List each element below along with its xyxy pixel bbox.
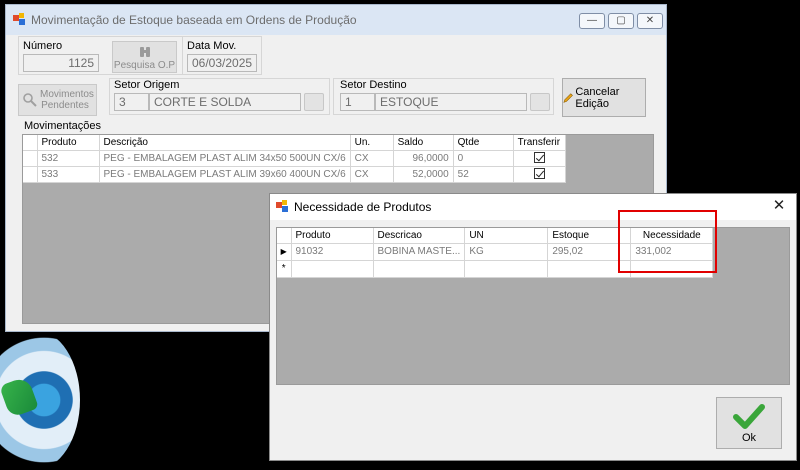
highlight-box: [618, 210, 717, 273]
app-icon: [13, 13, 25, 25]
current-row-indicator: ▶: [277, 243, 292, 261]
setor-origem-lookup-button[interactable]: [304, 93, 324, 111]
setor-origem-label: Setor Origem: [114, 79, 180, 91]
cell-un[interactable]: CX: [350, 150, 394, 167]
transferir-checkbox[interactable]: [533, 168, 545, 180]
col-header-saldo[interactable]: Saldo: [393, 135, 454, 151]
ok-label: Ok: [741, 432, 757, 444]
movimentos-pendentes-label: Movimentos Pendentes: [40, 89, 94, 111]
setor-origem-name[interactable]: CORTE E SOLDA: [149, 93, 301, 111]
ok-button[interactable]: Ok: [716, 397, 782, 449]
data-mov-label: Data Mov.: [187, 40, 237, 52]
table-row[interactable]: 532 PEG - EMBALAGEM PLAST ALIM 34x50 500…: [23, 150, 566, 167]
app-icon: [276, 200, 288, 212]
numero-group: Número 1125 Pesquisa O.P: [18, 36, 183, 75]
movimentos-pendentes-button[interactable]: Movimentos Pendentes: [18, 84, 97, 116]
row-header-corner: [23, 135, 38, 151]
dialog-title: Necessidade de Produtos: [294, 200, 432, 214]
cell-saldo[interactable]: 52,0000: [393, 166, 454, 183]
necessidade-dialog: Necessidade de Produtos ✕ Produto Descri…: [269, 193, 797, 461]
row-header[interactable]: [23, 166, 38, 183]
cell-un[interactable]: CX: [350, 166, 394, 183]
cell-transferir[interactable]: [513, 150, 566, 167]
cell-produto[interactable]: 532: [37, 150, 100, 167]
maximize-button[interactable]: ▢: [608, 13, 634, 29]
col-header-produto[interactable]: Produto: [37, 135, 100, 151]
pesquisa-op-label: Pesquisa O.P: [113, 60, 176, 71]
col-header-descricao[interactable]: Descrição: [99, 135, 351, 151]
cell-empty[interactable]: [373, 260, 466, 278]
table-row[interactable]: 533 PEG - EMBALAGEM PLAST ALIM 39x60 400…: [23, 166, 566, 183]
col-header-transferir[interactable]: Transferir: [513, 135, 566, 151]
col-header-un[interactable]: Un.: [350, 135, 394, 151]
cancelar-edicao-button[interactable]: Cancelar Edição: [562, 78, 646, 117]
numero-label: Número: [23, 40, 63, 52]
dialog-close-button[interactable]: ✕: [768, 196, 790, 216]
magnifier-icon: [23, 93, 37, 107]
data-mov-group: Data Mov. 06/03/2025: [182, 36, 262, 75]
minimize-button[interactable]: —: [579, 13, 605, 29]
setor-origem-code[interactable]: 3: [114, 93, 149, 111]
cell-un[interactable]: KG: [464, 243, 549, 261]
cell-produto[interactable]: 533: [37, 166, 100, 183]
col-header-produto[interactable]: Produto: [291, 228, 374, 244]
transferir-checkbox[interactable]: [533, 152, 545, 164]
movimentacoes-table: Produto Descrição Un. Saldo Qtde Transfe…: [23, 135, 566, 183]
main-titlebar: Movimentação de Estoque baseada em Orden…: [6, 5, 666, 35]
setor-destino-code[interactable]: 1: [340, 93, 375, 111]
cell-descricao[interactable]: BOBINA MASTE...: [373, 243, 466, 261]
cell-saldo[interactable]: 96,0000: [393, 150, 454, 167]
cell-empty[interactable]: [291, 260, 374, 278]
cell-transferir[interactable]: [513, 166, 566, 183]
setor-destino-label: Setor Destino: [340, 79, 407, 91]
setor-origem-group: Setor Origem 3 CORTE E SOLDA: [109, 78, 330, 115]
col-header-qtde[interactable]: Qtde: [453, 135, 514, 151]
cell-empty[interactable]: [464, 260, 549, 278]
close-button[interactable]: ✕: [637, 13, 663, 29]
setor-destino-name[interactable]: ESTOQUE: [375, 93, 527, 111]
cell-qtde[interactable]: 52: [453, 166, 514, 183]
cancelar-edicao-label: Cancelar Edição: [575, 85, 620, 110]
new-row-indicator: *: [277, 260, 292, 278]
col-header-descricao[interactable]: Descricao: [373, 228, 466, 244]
check-icon: [733, 404, 765, 429]
data-mov-field[interactable]: 06/03/2025: [187, 54, 257, 72]
row-header-corner: [277, 228, 292, 244]
setor-destino-lookup-button[interactable]: [530, 93, 550, 111]
col-header-un[interactable]: UN: [464, 228, 549, 244]
cell-descricao[interactable]: PEG - EMBALAGEM PLAST ALIM 34x50 500UN C…: [99, 150, 351, 167]
binoculars-icon: [139, 47, 150, 57]
pencil-icon: [563, 92, 573, 103]
numero-field[interactable]: 1125: [23, 54, 99, 72]
main-window-title: Movimentação de Estoque baseada em Orden…: [31, 13, 357, 27]
cell-produto[interactable]: 91032: [291, 243, 374, 261]
cell-descricao[interactable]: PEG - EMBALAGEM PLAST ALIM 39x60 400UN C…: [99, 166, 351, 183]
dialog-titlebar: Necessidade de Produtos ✕: [270, 194, 796, 220]
movimentacoes-header-row: Produto Descrição Un. Saldo Qtde Transfe…: [23, 135, 566, 151]
cell-qtde[interactable]: 0: [453, 150, 514, 167]
row-header[interactable]: [23, 150, 38, 167]
setor-destino-group: Setor Destino 1 ESTOQUE: [333, 78, 554, 115]
movimentacoes-label: Movimentações: [24, 120, 102, 132]
pesquisa-op-button[interactable]: Pesquisa O.P: [112, 41, 177, 73]
